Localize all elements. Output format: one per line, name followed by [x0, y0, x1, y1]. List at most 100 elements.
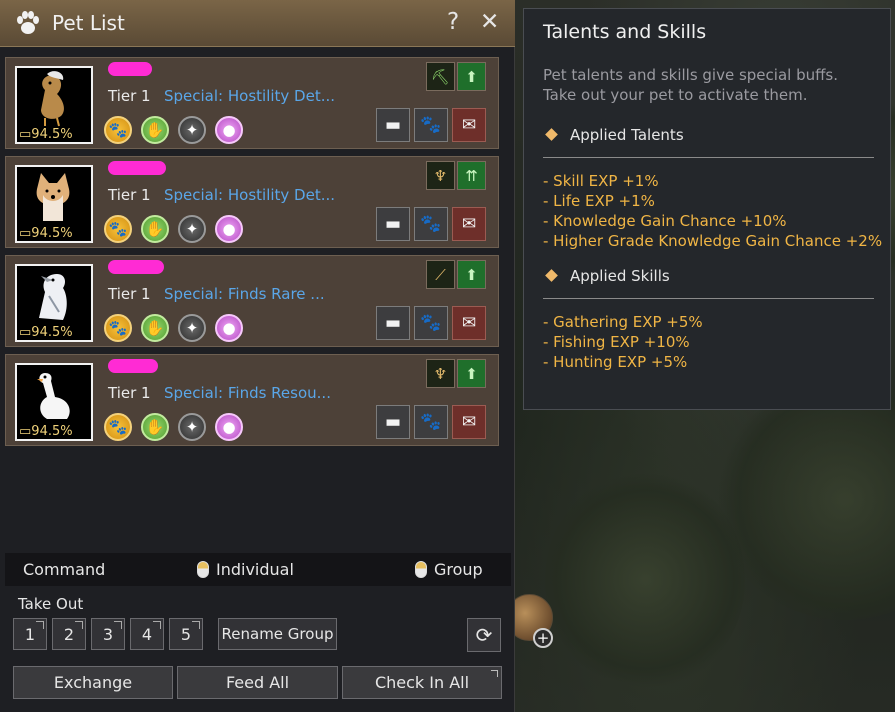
pet-icon: 🐾 — [104, 314, 132, 342]
pet-card[interactable]: ▭94.5% Tier 1 Special: Finds Rare ... 🐾 … — [5, 255, 499, 347]
potion-icon: ● — [215, 413, 243, 441]
refresh-button[interactable]: ⟳ — [467, 618, 501, 652]
pickaxe-skill-icon: ⛏ — [426, 62, 455, 91]
divider — [543, 298, 874, 299]
corner-indicator-icon — [114, 621, 122, 629]
diamond-bullet-icon — [545, 128, 558, 141]
take-out-label: Take Out — [18, 595, 84, 613]
corner-indicator-icon — [491, 670, 498, 677]
pet-special[interactable]: Special: Finds Resou... — [164, 384, 331, 402]
seal-button[interactable]: ✉ — [452, 405, 486, 439]
feed-button[interactable]: ▬ — [376, 405, 410, 439]
paw-command-button[interactable]: 🐾 — [414, 405, 448, 439]
pet-special[interactable]: Special: Hostility Det... — [164, 87, 335, 105]
pet-icon: 🐾 — [104, 215, 132, 243]
group-number: 2 — [63, 624, 75, 644]
skills-heading-text: Applied Skills — [570, 267, 670, 285]
talent-item: - Knowledge Gain Chance +10% — [543, 212, 787, 230]
pet-special[interactable]: Special: Hostility Det... — [164, 186, 335, 204]
pet-tier: Tier 1 — [108, 384, 151, 402]
exchange-button[interactable]: Exchange — [13, 666, 173, 699]
feed-button[interactable]: ▬ — [376, 207, 410, 241]
pet-card[interactable]: ▭94.5% Tier 1 Special: Hostility Det... … — [5, 156, 499, 248]
add-icon[interactable]: + — [533, 628, 553, 648]
talents-list: - Skill EXP +1% - Life EXP +1% - Knowled… — [543, 171, 882, 251]
paw-command-button[interactable]: 🐾 — [414, 108, 448, 142]
paw-command-button[interactable]: 🐾 — [414, 207, 448, 241]
help-button[interactable]: ? — [447, 9, 459, 35]
feed-button[interactable]: ▬ — [376, 306, 410, 340]
command-individual[interactable]: Individual — [197, 560, 294, 579]
pet-talent-icons: ⟋ ⬆ — [426, 260, 486, 289]
pet-special[interactable]: Special: Finds Rare ... — [164, 285, 325, 303]
gather-hand-icon: ✋ — [141, 116, 169, 144]
group-4-button[interactable]: 4 — [130, 618, 164, 650]
pet-card[interactable]: ▭94.5% Tier 1 Special: Hostility Det... … — [5, 57, 499, 149]
talents-skills-tooltip: Talents and Skills Pet talents and skill… — [523, 8, 891, 410]
pet-skill-icons: 🐾 ✋ ✦ ● — [104, 215, 243, 243]
pet-name-redacted — [108, 260, 164, 274]
feed-button[interactable]: ▬ — [376, 108, 410, 142]
paw-command-button[interactable]: 🐾 — [414, 306, 448, 340]
corner-indicator-icon — [36, 621, 44, 629]
pet-talent-icons: ♆ ⇈ — [426, 161, 486, 190]
talent-item: - Life EXP +1% — [543, 192, 655, 210]
group-number: 5 — [180, 624, 192, 644]
potion-icon: ● — [215, 116, 243, 144]
applied-skills-heading: Applied Skills — [543, 267, 670, 285]
exp-talent-icon: ⬆ — [457, 62, 486, 91]
skill-item: - Hunting EXP +5% — [543, 353, 688, 371]
group-5-button[interactable]: 5 — [169, 618, 203, 650]
hunger-percent: 94.5% — [31, 127, 73, 142]
seal-button[interactable]: ✉ — [452, 108, 486, 142]
feed-bowl-icon: ▭ — [19, 325, 32, 340]
check-in-all-button[interactable]: Check In All — [342, 666, 502, 699]
skill-item: - Gathering EXP +5% — [543, 313, 703, 331]
feed-bowl-icon: ▭ — [19, 226, 32, 241]
rename-group-button[interactable]: Rename Group — [218, 618, 337, 650]
command-bar: Command Individual Group — [5, 553, 511, 586]
scorpion-skill-icon: ♆ — [426, 161, 455, 190]
mouse-right-icon — [415, 561, 427, 578]
pet-list-window: Pet List ? ✕ ▭94.5% Tier 1 Special: Host… — [0, 0, 515, 712]
shiba-dog-icon — [36, 173, 70, 221]
tooltip-description-line: Pet talents and skills give special buff… — [543, 66, 839, 84]
gather-talent-icon: ⬆ — [457, 359, 486, 388]
talent-item: - Higher Grade Knowledge Gain Chance +2% — [543, 232, 883, 250]
tooltip-description: Pet talents and skills give special buff… — [543, 65, 883, 105]
group-3-button[interactable]: 3 — [91, 618, 125, 650]
applied-talents-heading: Applied Talents — [543, 126, 684, 144]
seal-button[interactable]: ✉ — [452, 207, 486, 241]
pet-talent-icons: ♆ ⬆ — [426, 359, 486, 388]
pet-actions: ▬ 🐾 ✉ — [376, 405, 486, 439]
pet-tier: Tier 1 — [108, 87, 151, 105]
close-button[interactable]: ✕ — [480, 9, 499, 35]
hunger-percent: 94.5% — [31, 226, 73, 241]
pet-skill-icons: 🐾 ✋ ✦ ● — [104, 314, 243, 342]
feed-all-button[interactable]: Feed All — [177, 666, 338, 699]
command-group[interactable]: Group — [415, 560, 483, 579]
group-number: 3 — [102, 624, 114, 644]
group-1-button[interactable]: 1 — [13, 618, 47, 650]
check-in-all-label: Check In All — [374, 673, 470, 692]
pet-talent-icons: ⛏ ⬆ — [426, 62, 486, 91]
compass-icon: ✦ — [178, 413, 206, 441]
seal-button[interactable]: ✉ — [452, 306, 486, 340]
hunger-percent: 94.5% — [31, 424, 73, 439]
pet-card[interactable]: ▭94.5% Tier 1 Special: Finds Resou... 🐾 … — [5, 354, 499, 446]
compass-icon: ✦ — [178, 116, 206, 144]
group-number-buttons: 1 2 3 4 5 — [13, 618, 203, 650]
chocobo-bird-icon — [41, 71, 64, 127]
pet-icon: 🐾 — [104, 413, 132, 441]
corner-indicator-icon — [153, 621, 161, 629]
group-label: Group — [434, 560, 483, 579]
pet-name-redacted — [108, 62, 152, 76]
skill-item: - Fishing EXP +10% — [543, 333, 690, 351]
title-bar[interactable]: Pet List — [0, 0, 515, 47]
exp-talent-icon: ⇈ — [457, 161, 486, 190]
pet-actions: ▬ 🐾 ✉ — [376, 306, 486, 340]
hunger-value: ▭94.5% — [19, 424, 73, 439]
group-number: 1 — [24, 624, 36, 644]
group-2-button[interactable]: 2 — [52, 618, 86, 650]
compass-icon: ✦ — [178, 215, 206, 243]
